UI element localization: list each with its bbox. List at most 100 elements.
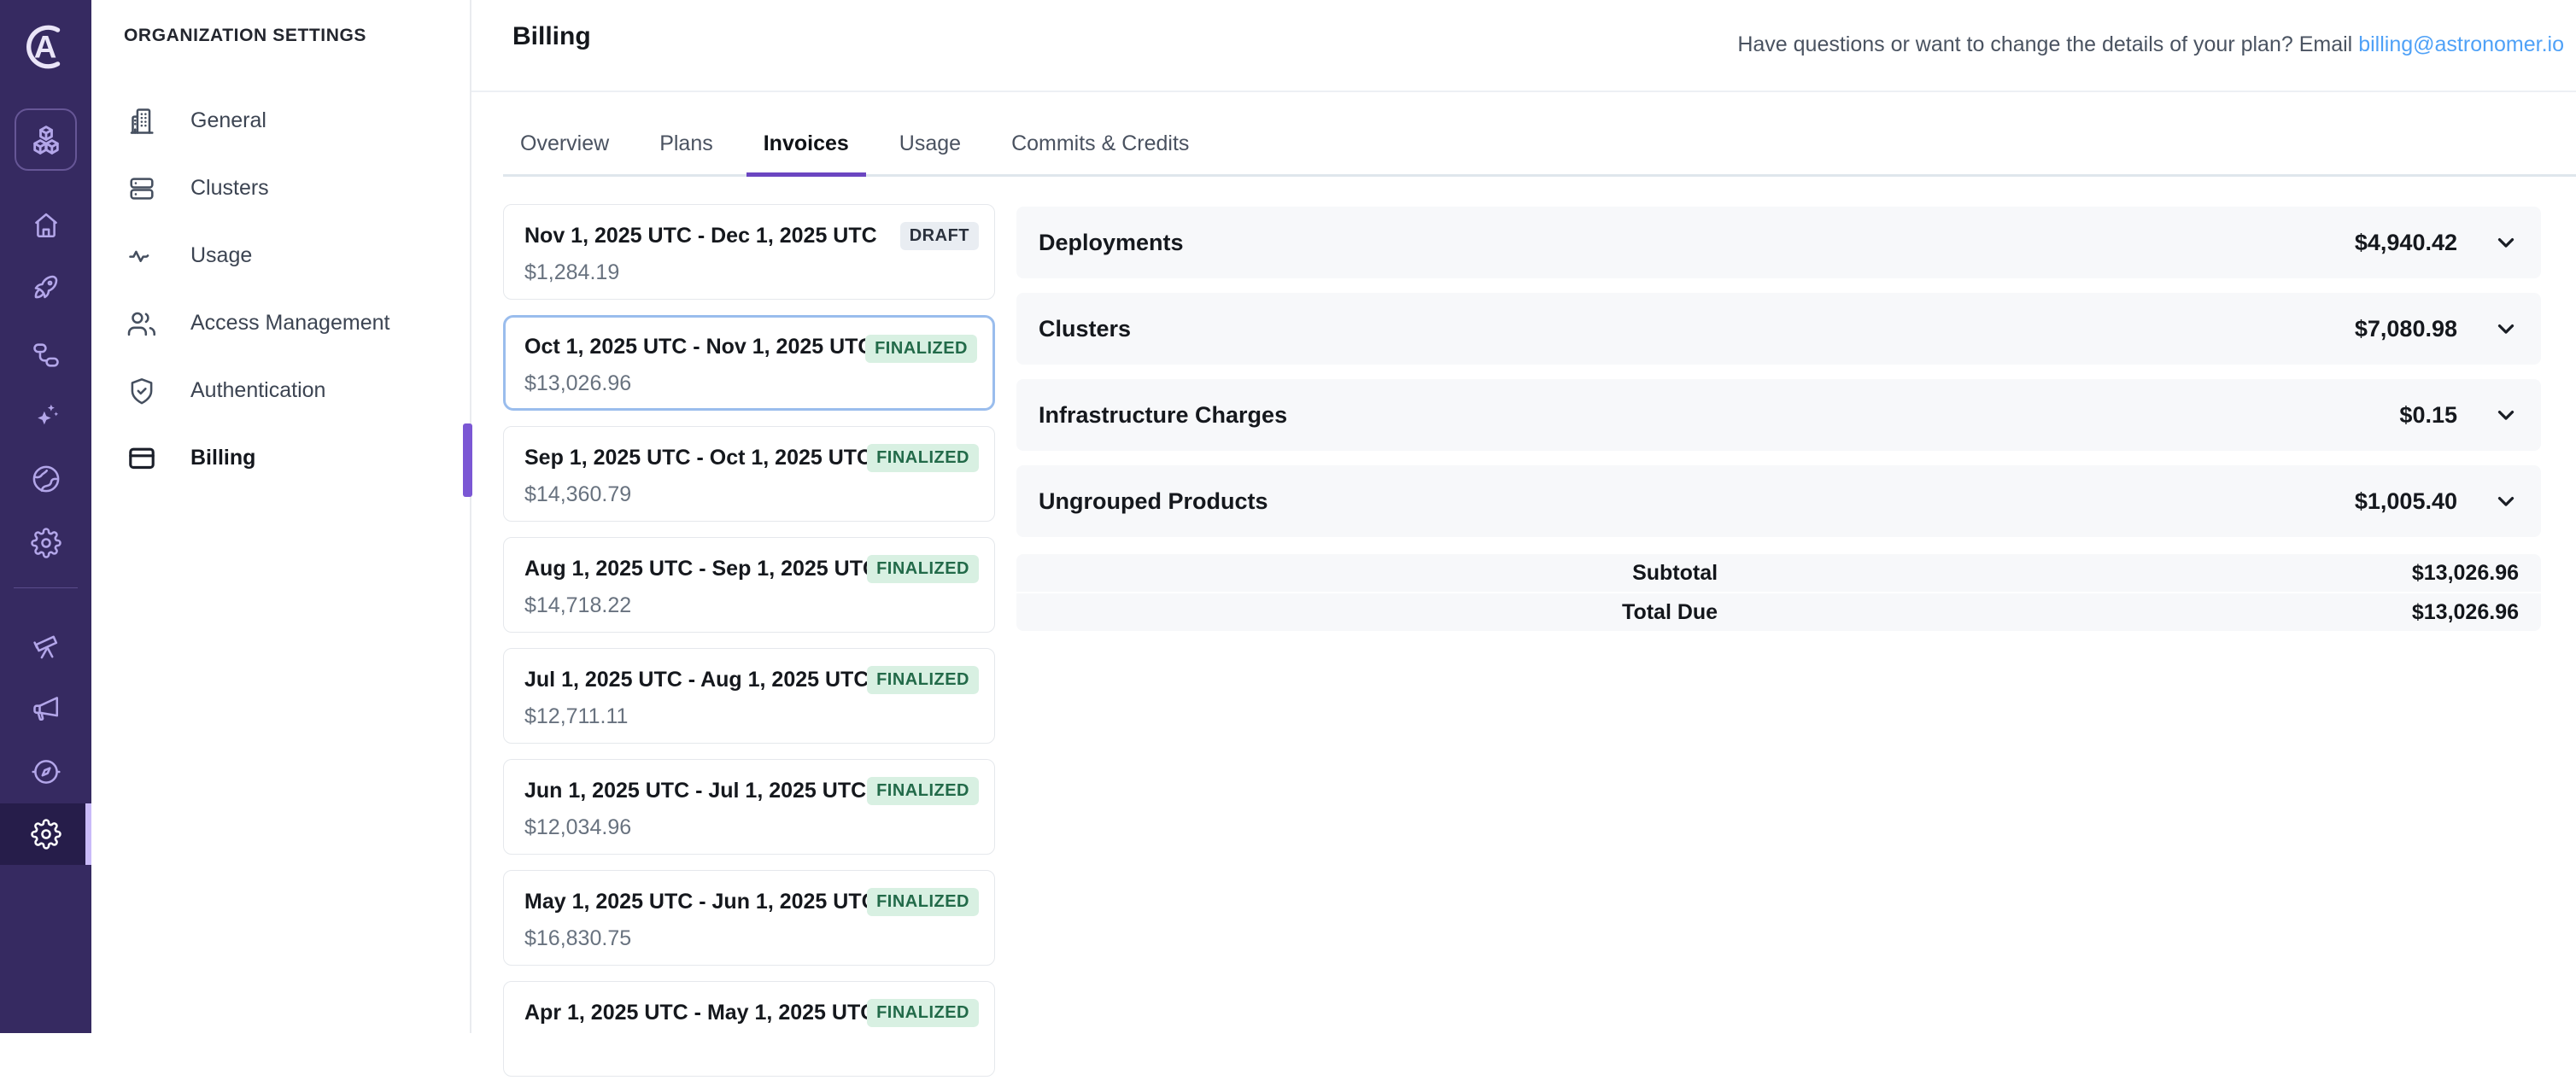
sidebar-settings-active-item[interactable] xyxy=(0,803,91,865)
app-sidebar: A xyxy=(0,0,91,1033)
header-divider xyxy=(471,91,2576,92)
billing-tabs: Overview Plans Invoices Usage Commits & Cred… xyxy=(503,113,2576,177)
sidebar-workflow-icon[interactable] xyxy=(0,339,91,371)
summary-row-total-due: Total Due$13,026.96 xyxy=(1016,593,2541,631)
invoice-status-badge: FINALIZED xyxy=(867,444,979,472)
nav-item-label: Usage xyxy=(190,243,252,268)
compass-icon xyxy=(31,756,61,787)
tab-usage[interactable]: Usage xyxy=(882,113,978,174)
invoice-list: Nov 1, 2025 UTC - Dec 1, 2025 UTC$1,284.… xyxy=(503,204,995,1092)
tab-commits-credits[interactable]: Commits & Credits xyxy=(994,113,1206,174)
sparkles-icon xyxy=(31,400,61,430)
chevron-down-icon xyxy=(2493,402,2519,428)
chevron-down-icon xyxy=(2493,230,2519,255)
sidebar-megaphone-icon[interactable] xyxy=(0,692,91,725)
chevron-down-icon xyxy=(2493,316,2519,342)
astronomer-logo: A xyxy=(20,20,73,73)
invoice-detail-panel: Deployments $4,940.42 Clusters$7,080.98 Inf… xyxy=(1016,207,2541,631)
sidebar-gear-icon[interactable] xyxy=(0,527,91,559)
rocket-icon xyxy=(31,272,61,302)
expand-chevron[interactable] xyxy=(2493,488,2519,514)
tab-overview[interactable]: Overview xyxy=(503,113,626,174)
invoice-card[interactable]: Jun 1, 2025 UTC - Jul 1, 2025 UTC$12,034… xyxy=(503,759,995,855)
sidebar-telescope-icon[interactable] xyxy=(0,629,91,662)
sidebar-item-access-management[interactable]: Access Management xyxy=(91,289,470,357)
summary-label: Total Due xyxy=(1016,600,1718,625)
settings-gear-icon xyxy=(31,819,61,850)
org-settings-nav: ORGANIZATION SETTINGS GeneralClustersUsa… xyxy=(91,0,471,1033)
invoice-card[interactable]: Nov 1, 2025 UTC - Dec 1, 2025 UTC$1,284.… xyxy=(503,204,995,300)
clusters-icon-wrap xyxy=(126,173,157,204)
sidebar-globe-icon[interactable] xyxy=(0,463,91,495)
nav-item-label: General xyxy=(190,108,266,133)
charge-group-deployments[interactable]: Deployments $4,940.42 xyxy=(1016,207,2541,278)
charge-group-clusters[interactable]: Clusters$7,080.98 xyxy=(1016,293,2541,365)
expand-chevron[interactable] xyxy=(2493,230,2519,255)
sidebar-item-general[interactable]: General xyxy=(91,87,470,155)
tab-plans[interactable]: Plans xyxy=(642,113,730,174)
sidebar-item-billing[interactable]: Billing xyxy=(91,424,470,492)
usage-icon-wrap xyxy=(126,241,157,272)
page-title: Billing xyxy=(512,22,591,51)
sidebar-item-usage[interactable]: Usage xyxy=(91,222,470,289)
sidebar-rocket-icon[interactable] xyxy=(0,271,91,303)
charge-group-label: Deployments xyxy=(1039,230,1184,256)
charge-group-ungrouped-products[interactable]: Ungrouped Products $1,005.40 xyxy=(1016,465,2541,537)
charge-group-amount: $4,940.42 xyxy=(2355,230,2457,256)
charge-group-amount: $1,005.40 xyxy=(2355,488,2457,515)
invoice-card[interactable]: Jul 1, 2025 UTC - Aug 1, 2025 UTC$12,711… xyxy=(503,648,995,744)
invoice-amount: $13,026.96 xyxy=(524,371,974,396)
expand-chevron[interactable] xyxy=(2493,402,2519,428)
building-icon xyxy=(126,106,157,137)
summary-amount: $13,026.96 xyxy=(1718,561,2541,586)
gear-icon xyxy=(31,528,61,558)
megaphone-icon xyxy=(31,693,61,724)
chevron-down-icon xyxy=(2493,488,2519,514)
invoice-card[interactable]: Sep 1, 2025 UTC - Oct 1, 2025 UTC$14,360… xyxy=(503,426,995,522)
invoice-status-badge: FINALIZED xyxy=(867,666,979,694)
workflow-icon xyxy=(31,340,61,371)
tab-invoices[interactable]: Invoices xyxy=(746,113,866,174)
invoice-status-badge: FINALIZED xyxy=(867,999,979,1027)
charge-group-label: Clusters xyxy=(1039,316,1131,342)
invoice-card[interactable]: Aug 1, 2025 UTC - Sep 1, 2025 UTC$14,718… xyxy=(503,537,995,633)
usage-icon xyxy=(126,241,157,272)
building-icon-wrap xyxy=(126,106,157,137)
invoice-card[interactable]: May 1, 2025 UTC - Jun 1, 2025 UTC$16,830… xyxy=(503,870,995,966)
sidebar-item-authentication[interactable]: Authentication xyxy=(91,357,470,424)
users-icon xyxy=(126,308,157,339)
helper-text: Have questions or want to change the det… xyxy=(1737,32,2352,56)
nav-item-label: Billing xyxy=(190,446,255,470)
invoice-card[interactable]: Oct 1, 2025 UTC - Nov 1, 2025 UTC$13,026… xyxy=(503,315,995,411)
telescope-icon xyxy=(31,630,61,661)
users-icon-wrap xyxy=(126,308,157,339)
summary-row-subtotal: Subtotal$13,026.96 xyxy=(1016,554,2541,592)
sidebar-home-icon[interactable] xyxy=(0,209,91,242)
astronomer-logo[interactable]: A xyxy=(0,20,91,73)
nav-item-label: Access Management xyxy=(190,311,389,336)
invoice-card[interactable]: Apr 1, 2025 UTC - May 1, 2025 UTCFINALIZ… xyxy=(503,981,995,1077)
invoice-status-badge: FINALIZED xyxy=(865,335,977,363)
sidebar-divider xyxy=(14,587,78,588)
clusters-icon xyxy=(126,173,157,204)
charge-group-infrastructure-charges[interactable]: Infrastructure Charges$0.15 xyxy=(1016,379,2541,451)
billing-email-link[interactable]: billing@astronomer.io xyxy=(2358,32,2564,56)
charge-group-label: Ungrouped Products xyxy=(1039,488,1268,515)
sidebar-item-clusters[interactable]: Clusters xyxy=(91,155,470,222)
nav-item-label: Clusters xyxy=(190,176,269,201)
invoice-status-badge: FINALIZED xyxy=(867,777,979,805)
charge-group-amount: $0.15 xyxy=(2399,402,2457,429)
sidebar-compass-icon[interactable] xyxy=(0,756,91,788)
main-content: Billing Have questions or want to change… xyxy=(471,0,2576,1033)
credit-card-icon xyxy=(126,443,157,474)
invoice-amount: $16,830.75 xyxy=(524,926,974,951)
summary-label: Subtotal xyxy=(1016,561,1718,586)
expand-chevron[interactable] xyxy=(2493,316,2519,342)
org-switcher-button[interactable] xyxy=(15,108,77,171)
nav-item-label: Authentication xyxy=(190,378,325,403)
invoice-status-badge: DRAFT xyxy=(900,222,979,250)
invoice-amount: $12,711.11 xyxy=(524,704,974,729)
sidebar-sparkles-icon[interactable] xyxy=(0,399,91,431)
shield-check-icon-wrap xyxy=(126,376,157,406)
billing-helper: Have questions or want to change the det… xyxy=(1737,32,2564,57)
